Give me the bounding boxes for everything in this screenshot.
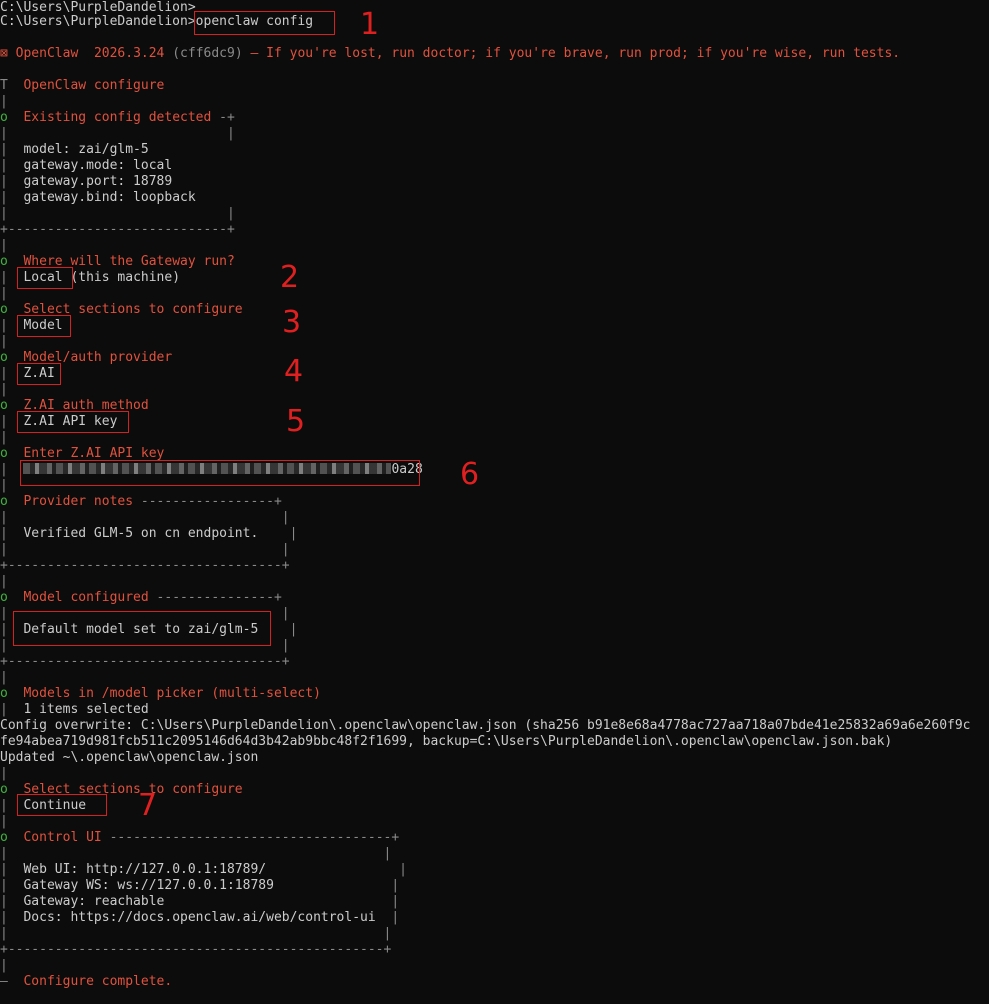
control-ui-line: Web UI: http://127.0.0.1:18789/ [23,862,267,877]
prompt: C:\Users\PurpleDandelion> [0,0,196,15]
overwrite-line: fe94abea719d981fcb511c2095146d64d3b42ab9… [0,734,893,749]
annotation-box-sections [17,315,71,337]
overwrite-line: Config overwrite: C:\Users\PurpleDandeli… [0,718,971,733]
terminal-window[interactable]: C:\Users\PurpleDandelion> C:\Users\Purpl… [0,0,989,1004]
control-ui-line: Gateway: reachable [23,894,165,909]
models-picker-count: 1 items selected [23,702,149,717]
annotation-box-auth [17,411,129,433]
banner-build: (cff6dc9) [172,46,243,61]
model-configured-title: Model configured [23,590,149,605]
annotation-number: 7 [138,788,158,823]
key-question: Enter Z.AI API key [23,446,165,461]
annotation-box-gateway [17,267,73,289]
tree-end-icon: — [0,974,8,989]
annotation-box-provider [17,363,61,385]
annotation-number: 4 [284,354,304,389]
step-icon: o [0,110,8,125]
control-ui-line: Gateway WS: ws://127.0.0.1:18789 [23,878,274,893]
annotation-box-model [13,611,271,646]
configure-complete: Configure complete. [23,974,173,989]
step-icon: o [0,782,8,797]
annotation-number: 2 [280,260,300,295]
config-line: model: zai/glm-5 [23,142,149,157]
banner-version: 2026.3.24 [93,46,165,61]
updated-line: Updated ~\.openclaw\openclaw.json [0,750,259,765]
config-line: gateway.port: 18789 [23,174,173,189]
annotation-box-api-key [20,460,420,486]
gateway-answer-suffix: (this machine) [70,270,181,285]
lobster-icon: ⊠ [0,46,8,61]
step-icon: o [0,590,8,605]
step-icon: o [0,302,8,317]
step-icon: o [0,686,8,701]
step-icon: o [0,446,8,461]
existing-config-title: Existing config detected [23,110,212,125]
control-ui-line: Docs: https://docs.openclaw.ai/web/contr… [23,910,376,925]
banner-tagline: — If you're lost, run doctor; if you're … [250,46,901,61]
annotation-number: 3 [282,305,302,340]
step-icon: o [0,350,8,365]
prompt: C:\Users\PurpleDandelion> [0,14,196,29]
annotation-box-continue [17,794,107,816]
step-icon: o [0,254,8,269]
provider-notes-title: Provider notes [23,494,134,509]
step-icon: o [0,494,8,509]
annotation-box-command [194,11,335,35]
step-icon: o [0,830,8,845]
configure-header: OpenClaw configure [23,78,165,93]
banner-app: OpenClaw [15,46,79,61]
annotation-number: 6 [460,457,480,492]
config-line: gateway.mode: local [23,158,173,173]
tree-start-icon: T [0,78,8,93]
provider-notes-line: Verified GLM-5 on cn endpoint. [23,526,259,541]
config-line: gateway.bind: loopback [23,190,196,205]
step-icon: o [0,398,8,413]
models-picker-question: Models in /model picker (multi-select) [23,686,321,701]
control-ui-title: Control UI [23,830,102,845]
annotation-number: 1 [360,7,380,42]
annotation-number: 5 [286,404,306,439]
